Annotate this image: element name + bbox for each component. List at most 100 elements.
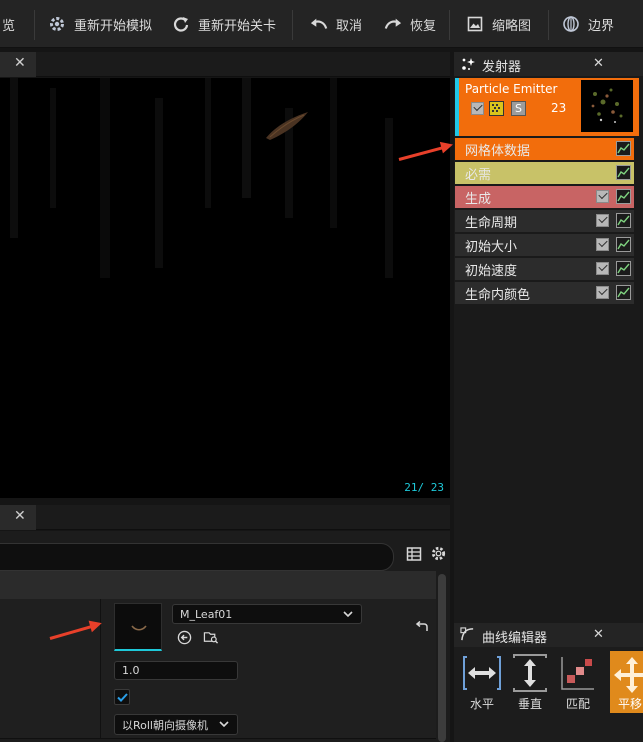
- curve-graph-icon[interactable]: [616, 261, 631, 276]
- module-required[interactable]: 必需: [455, 162, 634, 184]
- viewport-tab[interactable]: ✕: [0, 52, 36, 77]
- emitter-render-mode-icon[interactable]: [489, 101, 504, 116]
- curve-graph-icon[interactable]: [616, 165, 631, 180]
- sphere-bounds-icon: [562, 15, 580, 33]
- browse-asset-icon[interactable]: [203, 630, 219, 649]
- module-lifetime[interactable]: 生命周期: [455, 210, 634, 232]
- material-thumbnail[interactable]: [114, 603, 162, 651]
- toolbar-divider: [292, 10, 293, 40]
- pan-mode-label: 平移: [618, 697, 643, 711]
- module-label: 生成: [465, 191, 492, 207]
- particle-emitter-card[interactable]: Particle Emitter S 23: [455, 78, 639, 136]
- column-divider: [100, 711, 101, 738]
- module-label: 必需: [465, 167, 492, 183]
- close-icon[interactable]: ✕: [14, 508, 26, 524]
- fit-vertical-label: 垂直: [517, 697, 542, 711]
- enabled-checkbox[interactable]: [114, 689, 130, 705]
- details-search-input[interactable]: [0, 543, 394, 571]
- module-spawn[interactable]: 生成: [455, 186, 634, 208]
- viewport-shadow: [50, 88, 56, 208]
- toolbar-divider: [34, 10, 35, 40]
- column-divider: [100, 657, 101, 684]
- module-label: 初始大小: [465, 239, 518, 255]
- module-initial-velocity[interactable]: 初始速度: [455, 258, 634, 280]
- restart-simulation-label: 重新开始模拟: [74, 18, 153, 34]
- fit-match-button[interactable]: [558, 653, 598, 693]
- screen-alignment-value: 以Roll朝向摄像机: [122, 718, 208, 732]
- module-enabled-checkbox[interactable]: [596, 238, 609, 251]
- reset-to-default-icon[interactable]: [415, 620, 429, 637]
- thumbnail-label: 缩略图: [492, 18, 532, 34]
- boolean-property-row: [0, 684, 436, 712]
- redo-label: 恢复: [410, 18, 437, 34]
- module-mesh-data[interactable]: 网格体数据: [455, 138, 634, 160]
- emitter-solo-button[interactable]: S: [511, 101, 526, 116]
- material-dropdown[interactable]: M_Leaf01: [172, 604, 362, 624]
- table-view-icon[interactable]: [406, 546, 422, 566]
- screen-alignment-row: 以Roll朝向摄像机: [0, 711, 436, 739]
- pan-arrows-icon: [614, 657, 643, 693]
- checkmark-icon: [117, 693, 128, 702]
- fit-horizontal-button[interactable]: [462, 653, 502, 693]
- emitter-particle-count: 23: [551, 101, 567, 115]
- curve-graph-icon[interactable]: [616, 285, 631, 300]
- gear-icon[interactable]: [430, 545, 447, 566]
- module-enabled-checkbox[interactable]: [596, 262, 609, 275]
- emitter-enabled-checkbox[interactable]: [471, 102, 484, 115]
- material-property-row: M_Leaf01: [0, 599, 436, 658]
- curve-graph-icon[interactable]: [616, 189, 631, 204]
- use-selected-asset-icon[interactable]: [177, 630, 192, 649]
- module-enabled-checkbox[interactable]: [596, 214, 609, 227]
- fit-vertical-icon: [513, 654, 547, 692]
- curve-editor-title: 曲线编辑器: [482, 631, 548, 646]
- close-icon[interactable]: ✕: [14, 55, 26, 71]
- module-enabled-checkbox[interactable]: [596, 190, 609, 203]
- leaf-particle: [266, 112, 308, 140]
- viewport-shadow: [10, 78, 18, 238]
- emitters-panel-header[interactable]: 发射器 ✕: [454, 52, 643, 76]
- details-tab[interactable]: ✕: [0, 505, 36, 530]
- frame-counter: 21/ 23: [404, 481, 444, 494]
- toolbar-item-browse[interactable]: 览: [2, 0, 15, 48]
- curve-graph-icon[interactable]: [616, 141, 631, 156]
- restart-level-label: 重新开始关卡: [198, 18, 277, 34]
- leaf-thumbnail-icon: [131, 625, 147, 631]
- bounds-button[interactable]: 边界: [562, 0, 614, 48]
- column-divider: [100, 684, 101, 711]
- fit-horizontal-icon: [463, 656, 501, 690]
- chevron-down-icon: [343, 608, 353, 621]
- details-scrollbar[interactable]: [438, 574, 446, 742]
- preview-viewport[interactable]: 21/ 23: [0, 78, 450, 498]
- viewport-shadow: [155, 98, 163, 268]
- chevron-down-icon: [219, 718, 229, 731]
- fit-match-icon: [561, 657, 594, 690]
- thumbnail-button[interactable]: 缩略图: [466, 0, 531, 48]
- module-enabled-checkbox[interactable]: [596, 286, 609, 299]
- curve-graph-icon[interactable]: [616, 213, 631, 228]
- pan-mode-button[interactable]: 平移: [610, 651, 643, 713]
- thumbnail-icon: [466, 15, 484, 33]
- details-section-header[interactable]: [0, 571, 436, 599]
- redo-button[interactable]: 恢复: [384, 0, 436, 48]
- screen-alignment-dropdown[interactable]: 以Roll朝向摄像机: [114, 714, 238, 735]
- material-value: M_Leaf01: [180, 607, 233, 621]
- emitter-name: Particle Emitter: [465, 82, 558, 96]
- viewport-shadow: [100, 78, 110, 278]
- module-initial-size[interactable]: 初始大小: [455, 234, 634, 256]
- fit-vertical-button[interactable]: [510, 653, 550, 693]
- curve-editor-icon: [460, 627, 475, 646]
- curve-editor-panel: 曲线编辑器 ✕ 水平 垂直 匹配 平移: [454, 623, 643, 742]
- curve-editor-header[interactable]: 曲线编辑器 ✕: [454, 623, 643, 647]
- close-icon[interactable]: ✕: [593, 56, 604, 71]
- close-icon[interactable]: ✕: [593, 627, 604, 642]
- undo-button[interactable]: 取消: [310, 0, 362, 48]
- scale-property-row: 1.0: [0, 657, 436, 685]
- details-panel: M_Leaf01 1.0 以Roll朝向摄像机: [0, 531, 450, 742]
- restart-simulation-button[interactable]: 重新开始模拟: [48, 0, 152, 48]
- curve-graph-icon[interactable]: [616, 237, 631, 252]
- numeric-value-input[interactable]: 1.0: [114, 661, 238, 680]
- restart-level-button[interactable]: 重新开始关卡: [172, 0, 276, 48]
- module-color-over-life[interactable]: 生命内颜色: [455, 282, 634, 304]
- viewport-shadow: [242, 78, 251, 198]
- viewport-shadow: [385, 118, 393, 278]
